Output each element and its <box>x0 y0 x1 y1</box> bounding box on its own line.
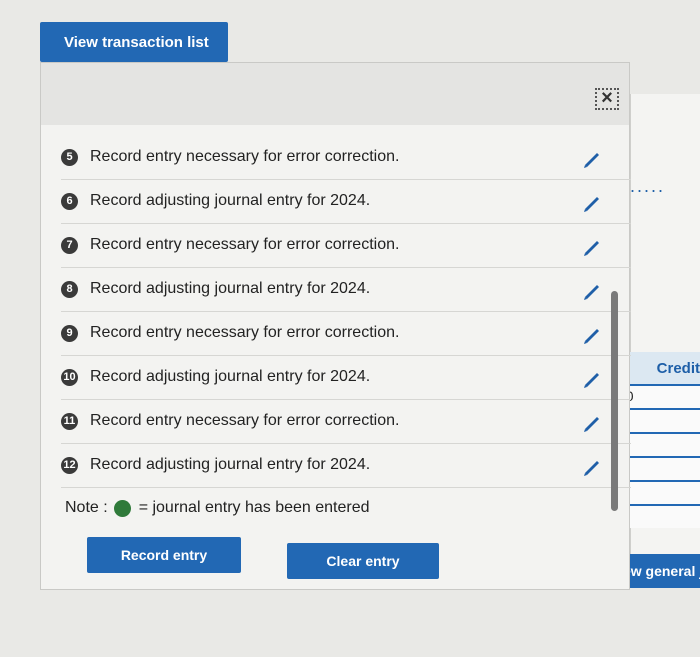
view-transaction-list-button[interactable]: View transaction list <box>40 22 228 62</box>
row-number-badge: 6 <box>61 192 78 210</box>
list-item[interactable]: 10 Record adjusting journal entry for 20… <box>61 355 631 400</box>
row-number-badge: 8 <box>61 280 78 298</box>
pencil-icon[interactable] <box>581 411 603 433</box>
row-number-badge: 5 <box>61 148 78 166</box>
row-label: Record entry necessary for error correct… <box>90 148 400 165</box>
list-item[interactable]: 12 Record adjusting journal entry for 20… <box>61 443 631 488</box>
list-item[interactable]: 6 Record adjusting journal entry for 202… <box>61 179 631 224</box>
clear-entry-button[interactable]: Clear entry <box>287 543 439 579</box>
pencil-icon[interactable] <box>581 191 603 213</box>
list-item[interactable]: 9 Record entry necessary for error corre… <box>61 311 631 356</box>
pencil-icon[interactable] <box>581 147 603 169</box>
row-number-badge: 7 <box>61 236 78 254</box>
row-label: Record adjusting journal entry for 2024. <box>90 192 371 209</box>
pencil-icon[interactable] <box>581 367 603 389</box>
row-label: Record adjusting journal entry for 2024. <box>90 368 371 385</box>
pencil-icon[interactable] <box>581 455 603 477</box>
note-text: = journal entry has been entered <box>138 499 370 516</box>
record-entry-button[interactable]: Record entry <box>87 537 241 573</box>
row-label: Record entry necessary for error correct… <box>90 236 400 253</box>
row-label: Record entry necessary for error correct… <box>90 412 400 429</box>
row-number-badge: 12 <box>61 456 78 474</box>
pencil-icon[interactable] <box>581 235 603 257</box>
row-number-badge: 11 <box>61 412 78 430</box>
panel-header: × <box>41 63 629 125</box>
row-number-badge: 10 <box>61 368 78 386</box>
pencil-icon[interactable] <box>581 323 603 345</box>
transaction-list-panel: × 5 Record entry necessary for error cor… <box>40 62 631 590</box>
row-label: Record adjusting journal entry for 2024. <box>90 280 371 297</box>
dotted-indicator: ..... <box>630 176 666 196</box>
list-item[interactable]: 11 Record entry necessary for error corr… <box>61 399 631 444</box>
credit-header-label: Credit <box>656 359 700 377</box>
list-item[interactable]: 5 Record entry necessary for error corre… <box>61 135 631 180</box>
list-item[interactable]: 8 Record adjusting journal entry for 202… <box>61 267 631 312</box>
entered-indicator-icon <box>113 499 131 517</box>
pencil-icon[interactable] <box>581 279 603 301</box>
close-icon[interactable]: × <box>595 88 619 110</box>
row-number-badge: 9 <box>61 324 78 342</box>
row-label: Record adjusting journal entry for 2024. <box>90 456 371 473</box>
note: Note : = journal entry has been entered <box>65 499 370 517</box>
note-prefix: Note : <box>65 499 108 516</box>
scrollbar[interactable] <box>611 291 618 511</box>
list-item[interactable]: 7 Record entry necessary for error corre… <box>61 223 631 268</box>
row-label: Record entry necessary for error correct… <box>90 324 400 341</box>
